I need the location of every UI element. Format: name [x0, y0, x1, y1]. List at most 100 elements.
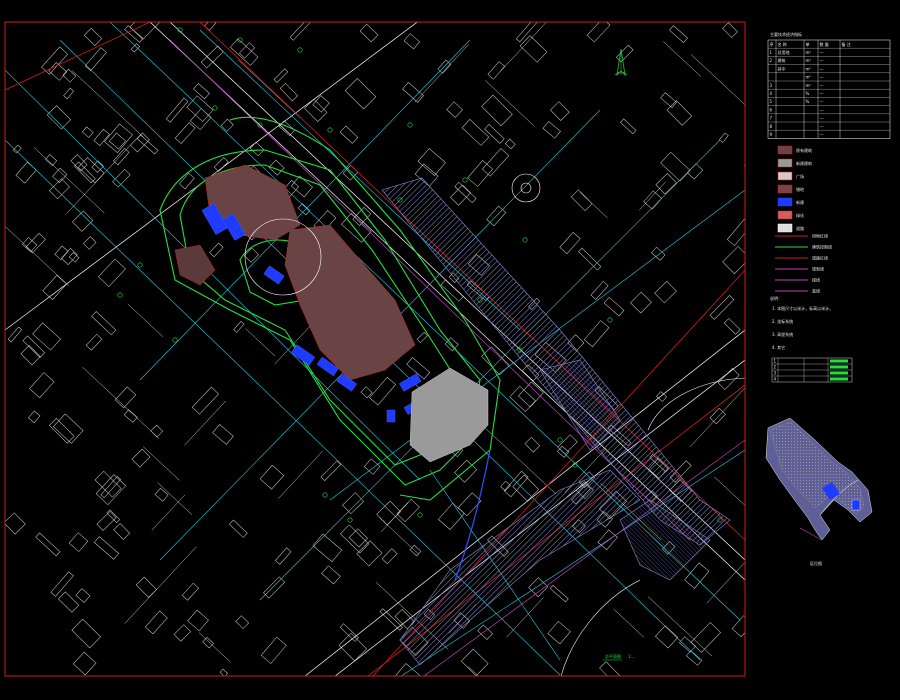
- note-line: 4. 其它: [772, 344, 785, 350]
- small-table-cell: 1: [774, 359, 777, 364]
- building-outline: [249, 141, 265, 157]
- building-outline: [81, 126, 94, 138]
- grid-marker: [172, 337, 178, 343]
- building-outline: [726, 218, 745, 246]
- building-outline: [402, 82, 424, 103]
- building-outline: [58, 591, 80, 613]
- table-cell: 4: [770, 91, 773, 96]
- building-outline: [29, 372, 55, 399]
- table-cell: —: [820, 83, 824, 88]
- main-site-plan: 总平面图 1:...: [5, 22, 745, 676]
- building-outline: [348, 528, 368, 548]
- building-outline: [376, 500, 401, 526]
- building-outline: [512, 474, 540, 502]
- table-cell: 7: [770, 116, 773, 121]
- building-outline: [450, 184, 471, 206]
- street-line: [613, 608, 645, 638]
- building-outline: [321, 565, 341, 585]
- building-outline: [446, 101, 463, 118]
- building-outline: [41, 46, 68, 75]
- legend-swatch: [777, 158, 793, 168]
- building-outline: [709, 294, 735, 320]
- grid-marker: [212, 105, 218, 111]
- building-outline: [559, 231, 581, 255]
- building-outline: [524, 436, 541, 453]
- street-line: [663, 41, 702, 77]
- building-outline: [95, 474, 127, 506]
- legend-line-label: 绿线: [812, 277, 820, 283]
- building-outline: [233, 320, 245, 333]
- building-outline: [643, 190, 663, 210]
- building-outline: [655, 625, 679, 649]
- street-line: [647, 596, 713, 657]
- grid-marker: [327, 127, 333, 133]
- plan-title-block: 总平面图 1:...: [603, 653, 636, 661]
- legend-panel: 主要技术经济指标 序名 称 单 数 量 备 注 1 总用地 m² — 2 建筑 m² — 其中 m² — m²…: [767, 31, 891, 383]
- building-outline: [259, 464, 285, 490]
- building-outline: [131, 448, 151, 468]
- building-outline: [339, 125, 359, 144]
- indicator-table: 序名 称 单 数 量 备 注 1 总用地 m² — 2 建筑 m² — 其中 m² — m² — 3 m² — 4% — 5…: [767, 39, 891, 139]
- building-outline: [83, 27, 103, 46]
- table-cell: —: [820, 99, 824, 104]
- street-line: [157, 482, 193, 515]
- street-line: [639, 181, 666, 211]
- building-outline: [98, 258, 126, 287]
- table-cell: m²: [806, 66, 812, 71]
- street-line: [414, 44, 469, 103]
- building-outline: [519, 35, 548, 63]
- legend-symbol-label: 铺地: [796, 186, 804, 192]
- table-header-cell: 单: [806, 41, 810, 47]
- legend-line-label: 用地红线: [812, 233, 828, 239]
- building-outline: [590, 280, 609, 300]
- small-table-swatch: [830, 377, 848, 381]
- building-outline: [15, 161, 37, 184]
- table-cell: 5: [770, 99, 773, 104]
- table-cell: m²: [806, 50, 812, 55]
- building-outline: [297, 203, 311, 216]
- legend-title: 主要技术经济指标: [770, 31, 802, 37]
- building-outline: [542, 121, 561, 139]
- building-outline: [114, 386, 137, 409]
- building-outline: [91, 311, 117, 336]
- legend-swatch: [777, 210, 793, 220]
- building-outline: [5, 512, 26, 535]
- building-outline: [312, 533, 343, 563]
- legend-line-label: 蓝线: [812, 288, 820, 294]
- small-table-cell: 4: [774, 377, 777, 382]
- building-outline: [239, 42, 255, 59]
- building-outline: [660, 151, 691, 182]
- building-outline: [62, 68, 77, 83]
- building-outline: [603, 296, 625, 317]
- building-outline: [505, 138, 516, 150]
- building-outline: [230, 38, 259, 66]
- table-cell: %: [806, 91, 810, 96]
- building-outline: [686, 650, 703, 666]
- legend-line-label: 规划线: [812, 266, 824, 272]
- table-cell: —: [820, 75, 824, 80]
- site-plan-drawing: 总平面图 1:... 主要技术经济指标 序名 称单数 量备 注1 总用地 m² —2 建…: [4, 21, 891, 677]
- small-table-swatch: [830, 371, 848, 375]
- building-outline: [68, 252, 80, 263]
- building-outline: [356, 540, 383, 567]
- building-outline: [417, 148, 446, 176]
- building-outline: [200, 45, 224, 69]
- building-outline: [342, 492, 365, 515]
- building-outline: [42, 274, 67, 301]
- building-outline: [112, 168, 131, 188]
- table-cell: 3: [770, 83, 773, 88]
- building-outline: [96, 511, 117, 531]
- building-outline: [481, 346, 510, 376]
- grid-marker: [117, 292, 123, 298]
- small-table-cell: 2: [774, 365, 777, 370]
- building-outline: [93, 128, 110, 146]
- building-outline: [260, 636, 287, 664]
- street-line: [467, 666, 479, 676]
- building-outline: [187, 609, 209, 632]
- table-cell: —: [820, 91, 824, 96]
- grid-marker: [417, 512, 423, 518]
- inset-title: 区位图: [810, 560, 822, 566]
- building-outline: [193, 83, 210, 100]
- table-cell: —: [820, 66, 824, 71]
- building-outline: [85, 333, 103, 351]
